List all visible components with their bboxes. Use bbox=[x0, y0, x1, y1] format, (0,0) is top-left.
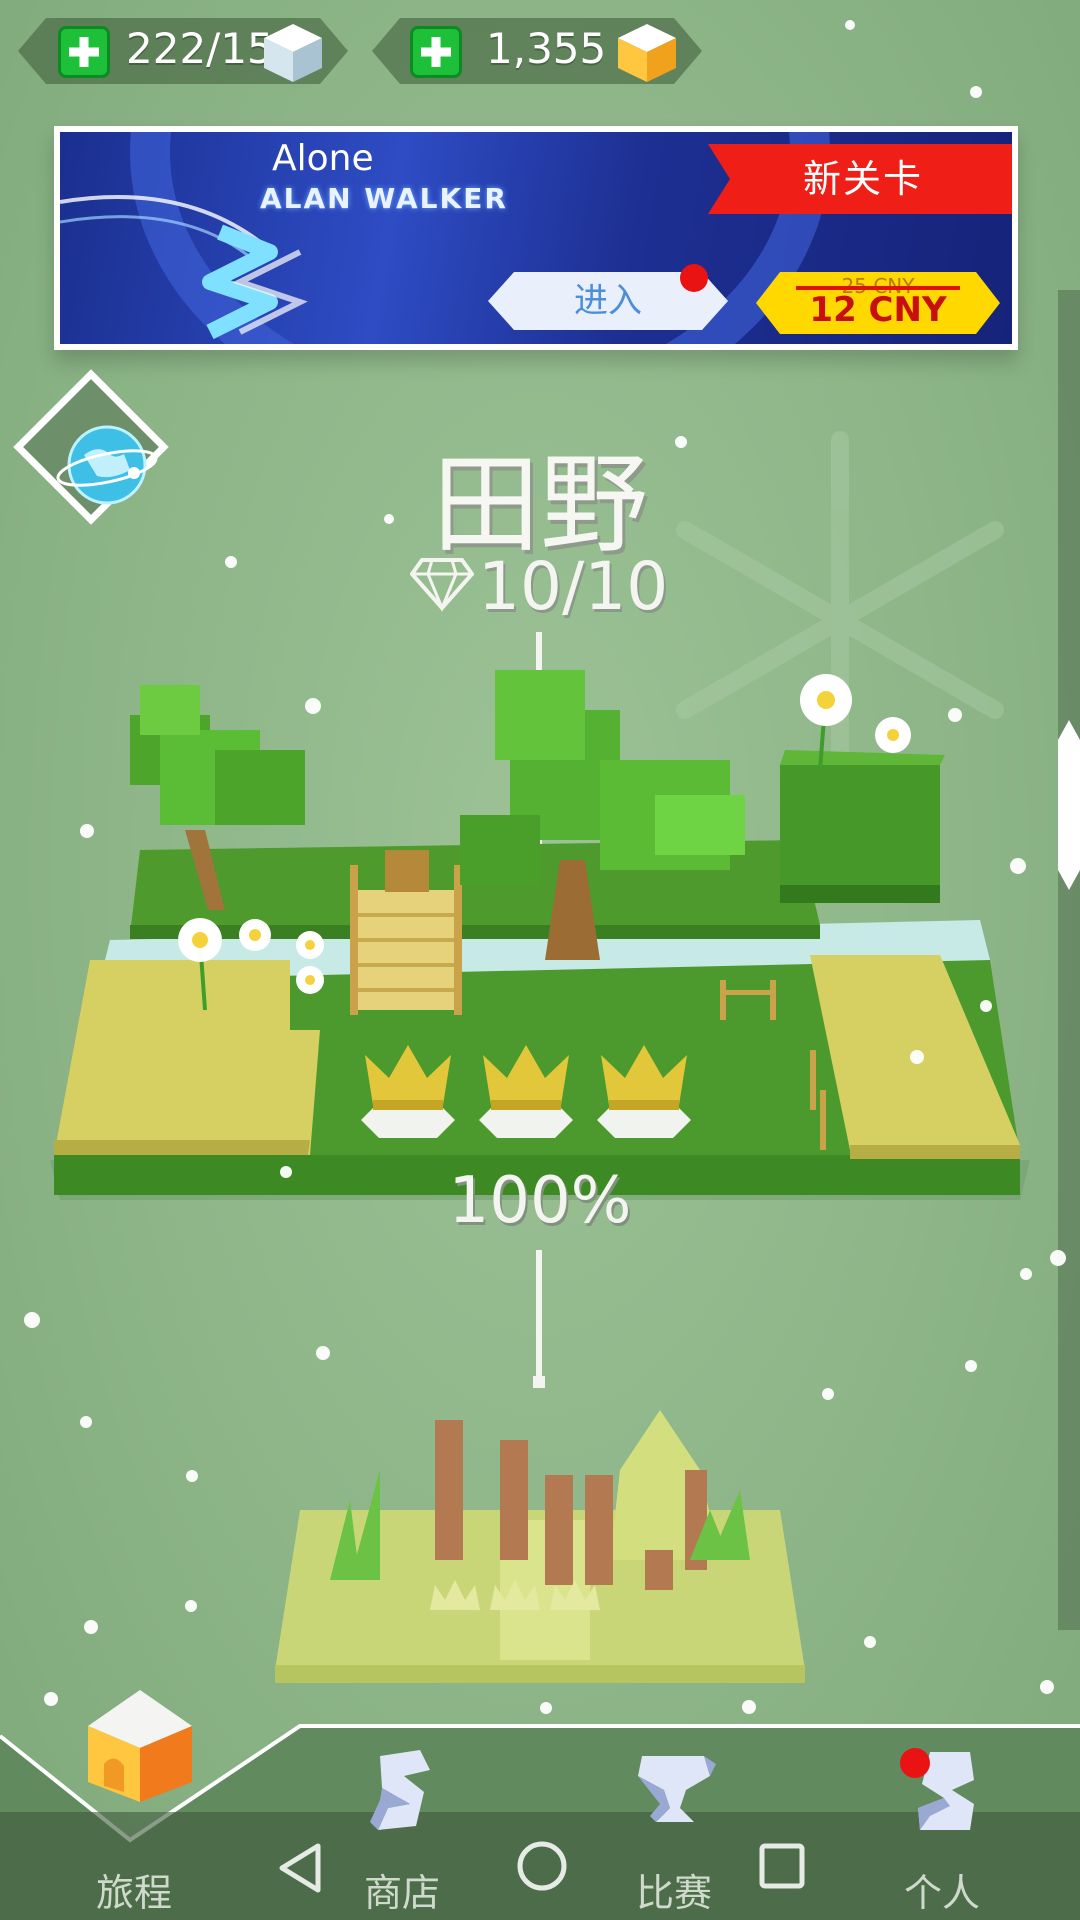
gem-cube-icon bbox=[618, 24, 676, 82]
snowflake bbox=[1020, 1268, 1032, 1280]
snowflake bbox=[910, 1050, 924, 1064]
snowflake bbox=[675, 436, 687, 448]
gems-count: 1,355 bbox=[486, 24, 607, 73]
snowflake bbox=[384, 514, 394, 524]
add-gems-button[interactable] bbox=[410, 26, 462, 78]
banner-artist: ALAN WALKER bbox=[260, 182, 508, 215]
sale-price: 12 CNY bbox=[809, 290, 947, 330]
banner-song-title: Alone bbox=[272, 138, 374, 179]
snowflake bbox=[864, 1636, 876, 1648]
nav-label-compete[interactable]: 比赛 bbox=[636, 1862, 712, 1917]
snowflake bbox=[980, 1000, 992, 1012]
path-connector-bottom bbox=[536, 1250, 542, 1380]
home-icon[interactable] bbox=[80, 1686, 200, 1806]
crown-icon bbox=[361, 1045, 455, 1138]
snowflake bbox=[970, 86, 982, 98]
cube-icon bbox=[264, 24, 322, 82]
path-node bbox=[533, 1376, 545, 1388]
nav-label-profile[interactable]: 个人 bbox=[904, 1862, 980, 1917]
system-back-icon[interactable] bbox=[272, 1838, 332, 1898]
snowflake bbox=[225, 556, 237, 568]
snowflake bbox=[185, 1600, 197, 1612]
lives-count: 222/15 bbox=[126, 24, 274, 73]
scroll-handle[interactable] bbox=[1058, 720, 1080, 890]
system-recents-icon[interactable] bbox=[752, 1836, 812, 1896]
level-progress: 100% bbox=[448, 1164, 632, 1238]
trophy-icon[interactable] bbox=[630, 1746, 720, 1836]
next-level-island[interactable] bbox=[260, 1410, 820, 1690]
snowflake bbox=[822, 1388, 834, 1400]
crown-icon bbox=[479, 1045, 573, 1138]
snowflake bbox=[80, 824, 94, 838]
snowflake bbox=[80, 1416, 92, 1428]
enter-notification-dot bbox=[680, 264, 708, 292]
snowflake bbox=[1010, 858, 1026, 874]
snowflake bbox=[186, 1470, 198, 1482]
nav-label-shop[interactable]: 商店 bbox=[364, 1862, 440, 1917]
snowflake bbox=[280, 1166, 292, 1178]
crown-row bbox=[361, 1045, 691, 1138]
price-badge[interactable]: 25 CNY 12 CNY bbox=[756, 272, 1000, 334]
snowflake bbox=[24, 1312, 40, 1328]
profile-notification-dot bbox=[900, 1748, 930, 1778]
snowflake bbox=[1040, 1680, 1054, 1694]
snowflake bbox=[845, 20, 855, 30]
snowflake bbox=[305, 698, 321, 714]
promo-banner[interactable]: Alone ALAN WALKER 新关卡 进入 25 CNY 12 CNY bbox=[54, 126, 1018, 350]
crown-icon bbox=[597, 1045, 691, 1138]
shop-icon[interactable] bbox=[360, 1746, 450, 1836]
add-lives-button[interactable] bbox=[58, 26, 110, 78]
snowflake bbox=[316, 1346, 330, 1360]
snowflake bbox=[44, 1692, 58, 1706]
snowflake bbox=[84, 1620, 98, 1634]
nav-label-journey[interactable]: 旅程 bbox=[96, 1862, 172, 1917]
snowflake bbox=[1050, 1250, 1066, 1266]
new-level-ribbon: 新关卡 bbox=[708, 144, 1012, 214]
snowflake bbox=[948, 708, 962, 722]
snowflake bbox=[965, 1360, 977, 1372]
system-home-icon[interactable] bbox=[512, 1836, 572, 1896]
